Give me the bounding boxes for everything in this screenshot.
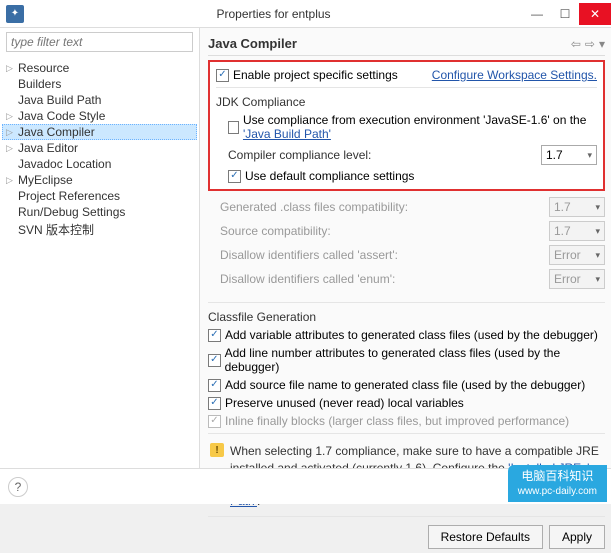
chevron-down-icon: ▾ bbox=[595, 274, 600, 285]
chevron-down-icon: ▾ bbox=[587, 150, 592, 161]
configure-workspace-link[interactable]: Configure Workspace Settings. bbox=[432, 68, 597, 82]
tree-item-label: Java Editor bbox=[18, 141, 78, 155]
chevron-down-icon: ▾ bbox=[595, 226, 600, 237]
tree-item-label: SVN 版本控制 bbox=[18, 221, 94, 238]
java-build-path-link[interactable]: 'Java Build Path' bbox=[243, 127, 331, 141]
highlighted-area: ✓ Enable project specific settings Confi… bbox=[208, 60, 605, 191]
tree-item-label: Java Compiler bbox=[18, 125, 95, 139]
generated-compat-label: Generated .class files compatibility: bbox=[220, 200, 408, 214]
expand-arrow-icon: ▷ bbox=[6, 127, 18, 138]
cf-inline-finally[interactable]: ✓Inline finally blocks (larger class fil… bbox=[208, 412, 605, 430]
page-title: Java Compiler bbox=[208, 36, 571, 51]
tree-item[interactable]: ▷Java Code Style bbox=[2, 108, 197, 124]
tree-item[interactable]: Builders bbox=[2, 76, 197, 92]
checkbox-icon bbox=[228, 121, 239, 134]
window-title: Properties for entplus bbox=[24, 7, 523, 21]
nav-tree[interactable]: ▷ResourceBuildersJava Build Path▷Java Co… bbox=[0, 56, 199, 468]
tree-item[interactable]: Project References bbox=[2, 188, 197, 204]
filter-input[interactable] bbox=[6, 32, 193, 52]
disallow-assert-select: Error▾ bbox=[549, 245, 605, 265]
tree-item-label: Resource bbox=[18, 61, 69, 75]
tree-item-label: Javadoc Location bbox=[18, 157, 111, 171]
tree-item[interactable]: SVN 版本控制 bbox=[2, 220, 197, 239]
tree-item[interactable]: ▷MyEclipse bbox=[2, 172, 197, 188]
source-compat-label: Source compatibility: bbox=[220, 224, 331, 238]
menu-icon[interactable]: ▾ bbox=[599, 37, 605, 51]
compliance-level-select[interactable]: 1.7▾ bbox=[541, 145, 597, 165]
tree-item[interactable]: ▷Java Editor bbox=[2, 140, 197, 156]
maximize-button[interactable]: ☐ bbox=[551, 3, 579, 25]
tree-item[interactable]: ▷Java Compiler bbox=[2, 124, 197, 140]
app-icon: ✦ bbox=[6, 5, 24, 23]
compliance-level-label: Compiler compliance level: bbox=[228, 148, 371, 162]
watermark: 电脑百科知识 www.pc-daily.com bbox=[508, 465, 607, 502]
warning-icon: ! bbox=[210, 443, 224, 457]
checkbox-icon: ✓ bbox=[228, 170, 241, 183]
expand-arrow-icon: ▷ bbox=[6, 175, 18, 186]
tree-item-label: Builders bbox=[18, 77, 61, 91]
tree-item-label: Run/Debug Settings bbox=[18, 205, 125, 219]
use-execution-env-checkbox[interactable]: Use compliance from execution environmen… bbox=[216, 111, 597, 143]
tree-item-label: Java Build Path bbox=[18, 93, 101, 107]
tree-item[interactable]: Run/Debug Settings bbox=[2, 204, 197, 220]
cf-var-attr[interactable]: ✓Add variable attributes to generated cl… bbox=[208, 326, 605, 344]
right-panel: Java Compiler ⇦ ⇨ ▾ ✓ Enable project spe… bbox=[200, 28, 611, 468]
tree-item[interactable]: ▷Resource bbox=[2, 60, 197, 76]
tree-item[interactable]: Java Build Path bbox=[2, 92, 197, 108]
forward-icon[interactable]: ⇨ bbox=[585, 37, 595, 51]
tree-item-label: MyEclipse bbox=[18, 173, 73, 187]
generated-compat-select: 1.7▾ bbox=[549, 197, 605, 217]
checkbox-icon: ✓ bbox=[216, 69, 229, 82]
disallow-enum-select: Error▾ bbox=[549, 269, 605, 289]
close-button[interactable]: ✕ bbox=[579, 3, 611, 25]
help-button[interactable]: ? bbox=[8, 477, 28, 497]
disallow-assert-label: Disallow identifiers called 'assert': bbox=[220, 248, 398, 262]
tree-item[interactable]: Javadoc Location bbox=[2, 156, 197, 172]
expand-arrow-icon: ▷ bbox=[6, 63, 18, 74]
back-icon[interactable]: ⇦ bbox=[571, 37, 581, 51]
classfile-group: Classfile Generation bbox=[208, 306, 605, 326]
cf-line-num[interactable]: ✓Add line number attributes to generated… bbox=[208, 344, 605, 376]
jdk-compliance-group: JDK Compliance bbox=[216, 91, 597, 111]
minimize-button[interactable]: — bbox=[523, 3, 551, 25]
expand-arrow-icon: ▷ bbox=[6, 111, 18, 122]
tree-item-label: Java Code Style bbox=[18, 109, 105, 123]
left-panel: ▷ResourceBuildersJava Build Path▷Java Co… bbox=[0, 28, 200, 468]
enable-project-specific[interactable]: ✓ Enable project specific settings bbox=[216, 66, 398, 84]
cf-preserve-unused[interactable]: ✓Preserve unused (never read) local vari… bbox=[208, 394, 605, 412]
source-compat-select: 1.7▾ bbox=[549, 221, 605, 241]
tree-item-label: Project References bbox=[18, 189, 120, 203]
cf-src-name[interactable]: ✓Add source file name to generated class… bbox=[208, 376, 605, 394]
disallow-enum-label: Disallow identifiers called 'enum': bbox=[220, 272, 395, 286]
chevron-down-icon: ▾ bbox=[595, 250, 600, 261]
expand-arrow-icon: ▷ bbox=[6, 143, 18, 154]
title-bar: ✦ Properties for entplus — ☐ ✕ bbox=[0, 0, 611, 28]
use-default-compliance-checkbox[interactable]: ✓ Use default compliance settings bbox=[216, 167, 597, 185]
chevron-down-icon: ▾ bbox=[595, 202, 600, 213]
